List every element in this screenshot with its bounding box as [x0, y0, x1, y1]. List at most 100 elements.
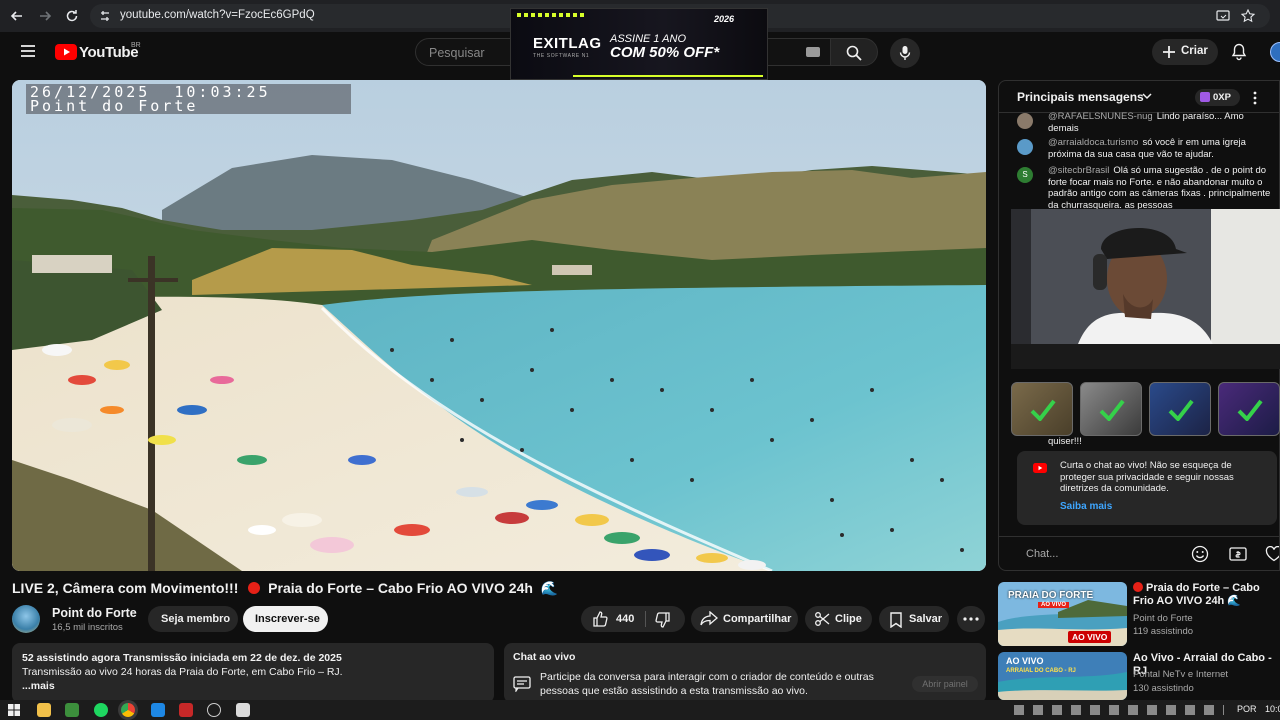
- windows-start-icon[interactable]: [8, 704, 20, 716]
- ad-brand-sub: THE SOFTWARE N1: [533, 53, 590, 59]
- notifications-bell-icon[interactable]: [1231, 43, 1247, 61]
- more-horizontal-icon: [963, 617, 979, 621]
- join-button[interactable]: Seja membro: [148, 606, 238, 632]
- file-explorer-icon[interactable]: [37, 703, 51, 717]
- beach-livestream-frame: [12, 80, 986, 571]
- recommended-viewers: 119 assistindo: [1133, 626, 1194, 637]
- more-vertical-icon[interactable]: [1253, 91, 1257, 105]
- create-label: Criar: [1181, 45, 1208, 57]
- xp-badge-label: 0XP: [1213, 92, 1231, 103]
- create-button[interactable]: Criar: [1152, 39, 1218, 65]
- emoji-icon[interactable]: [1191, 545, 1209, 563]
- thumbnail-title: PRAIA DO FORTE: [1008, 590, 1094, 601]
- channel-name[interactable]: Point do Forte: [52, 606, 137, 620]
- chat-message[interactable]: @RAFAELSNUNES-nug Lindo paraíso... Amo de…: [1017, 111, 1269, 134]
- channel-avatar[interactable]: [12, 605, 40, 633]
- voice-search-button[interactable]: [890, 38, 920, 68]
- menu-icon[interactable]: [20, 44, 36, 58]
- thumbs-up-icon[interactable]: [592, 611, 608, 627]
- xp-badge[interactable]: 0XP: [1195, 89, 1240, 106]
- save-playlist-icon: [889, 612, 903, 628]
- youtube-small-icon: [1033, 463, 1047, 473]
- youtube-logo-text[interactable]: YouTube: [79, 44, 139, 61]
- cast-icon[interactable]: [1216, 9, 1230, 23]
- reload-icon[interactable]: [63, 7, 81, 25]
- plus-icon: [1163, 46, 1175, 58]
- osd-location: Point do Forte: [30, 97, 199, 115]
- country-code: BR: [131, 42, 141, 49]
- reward-item[interactable]: [1080, 382, 1142, 436]
- recommended-channel[interactable]: Pontal NeTv e Internet: [1133, 669, 1228, 680]
- chat-author-avatar: [1017, 139, 1033, 155]
- chrome-icon[interactable]: [121, 703, 135, 717]
- recommended-video[interactable]: PRAIA DO FORTE AO VIVO AO VIVO Praia do …: [998, 582, 1280, 646]
- recommended-thumbnail[interactable]: PRAIA DO FORTE AO VIVO AO VIVO: [998, 582, 1127, 646]
- ad-banner[interactable]: EXITLAG THE SOFTWARE N1 ASSINE 1 ANO COM…: [510, 8, 768, 80]
- recommended-video[interactable]: AO VIVO ARRAIAL DO CABO - RJ Ao Vivo - A…: [998, 652, 1280, 700]
- app-icon[interactable]: [207, 703, 221, 717]
- recommended-title[interactable]: Praia do Forte – Cabo Frio AO VIVO 24h 🌊: [1133, 582, 1280, 608]
- scissors-icon: [814, 611, 830, 627]
- heart-icon[interactable]: [1265, 546, 1279, 562]
- super-chat-icon[interactable]: [1229, 546, 1247, 562]
- share-icon: [700, 611, 718, 627]
- system-tray-icons[interactable]: [1014, 705, 1224, 715]
- description-more[interactable]: ...mais: [22, 679, 484, 693]
- recommended-thumbnail[interactable]: AO VIVO ARRAIAL DO CABO - RJ: [998, 652, 1127, 700]
- search-button[interactable]: [830, 38, 878, 66]
- avatar[interactable]: [1270, 42, 1280, 62]
- live-badge: AO VIVO: [1068, 631, 1112, 643]
- site-info-icon[interactable]: [99, 10, 111, 22]
- chat-bubble-icon: [513, 676, 531, 692]
- share-label: Compartilhar: [723, 613, 792, 625]
- ad-year: 2026: [714, 14, 735, 24]
- thumbnail-subtitle: AO VIVO: [1038, 602, 1070, 608]
- reward-item[interactable]: [1218, 382, 1280, 436]
- ad-stripe: [517, 13, 587, 17]
- chat-mode-label[interactable]: Principais mensagens: [1017, 90, 1144, 104]
- chat-invite-title: Chat ao vivo: [513, 651, 576, 663]
- thumbs-down-icon[interactable]: [655, 612, 671, 628]
- app-icon[interactable]: [65, 703, 79, 717]
- notice-text: Curta o chat ao vivo! Não se esqueça de …: [1060, 460, 1234, 494]
- video-title-part2: Praia do Forte – Cabo Frio AO VIVO 24h: [268, 580, 533, 596]
- back-icon[interactable]: [8, 7, 26, 25]
- youtube-logo-icon[interactable]: [55, 44, 77, 60]
- save-label: Salvar: [909, 613, 943, 625]
- reward-item[interactable]: [1011, 382, 1073, 436]
- bookmark-star-icon[interactable]: [1241, 9, 1255, 23]
- spotify-icon[interactable]: [94, 703, 108, 717]
- subscribe-label: Inscrever-se: [255, 613, 320, 625]
- checkmark-icon: [1168, 399, 1194, 421]
- chevron-down-icon[interactable]: [1142, 93, 1152, 100]
- chat-message[interactable]: S @sitecbrBrasil Olá só uma sugestão . de…: [1017, 165, 1270, 211]
- video-player[interactable]: 26/12/2025 10:03:25 Point do Forte: [12, 80, 986, 571]
- more-actions-button[interactable]: [957, 606, 985, 632]
- channel-subscribers: 16,5 mil inscritos: [52, 622, 123, 633]
- wave-emoji-icon: 🌊: [540, 580, 559, 596]
- chat-input[interactable]: Chat...: [1026, 548, 1058, 560]
- thumbnail-title: AO VIVO: [1006, 656, 1044, 666]
- app-icon[interactable]: [236, 703, 250, 717]
- app-icon[interactable]: [179, 703, 193, 717]
- open-panel-button[interactable]: Abrir painel: [912, 676, 978, 692]
- app-icon[interactable]: [151, 703, 165, 717]
- clock[interactable]: 10:0: [1265, 704, 1280, 714]
- save-button[interactable]: Salvar: [879, 606, 949, 632]
- clip-button[interactable]: Clipe: [805, 606, 872, 632]
- subscribe-button[interactable]: Inscrever-se: [243, 606, 328, 632]
- video-title-part1: LIVE 2, Câmera com Movimento!!!: [12, 580, 239, 596]
- share-button[interactable]: Compartilhar: [691, 606, 798, 632]
- language-indicator[interactable]: POR: [1237, 704, 1257, 714]
- chat-input-bar: Chat...: [999, 536, 1279, 570]
- chat-message[interactable]: @arraialdoca.turismo só você ir em uma ig…: [1017, 137, 1269, 161]
- checkmark-icon: [1099, 399, 1125, 421]
- windows-taskbar: POR 10:0: [0, 700, 1280, 720]
- keyboard-icon[interactable]: [806, 47, 820, 57]
- description-box[interactable]: 52 assistindo agora Transmissão iniciada…: [12, 643, 494, 703]
- reward-item[interactable]: [1149, 382, 1211, 436]
- chat-invite-text: Participe da conversa para interagir com…: [540, 671, 874, 697]
- recommended-channel[interactable]: Point do Forte: [1133, 613, 1193, 624]
- forward-icon[interactable]: [36, 7, 54, 25]
- learn-more-link[interactable]: Saiba mais: [1060, 501, 1112, 513]
